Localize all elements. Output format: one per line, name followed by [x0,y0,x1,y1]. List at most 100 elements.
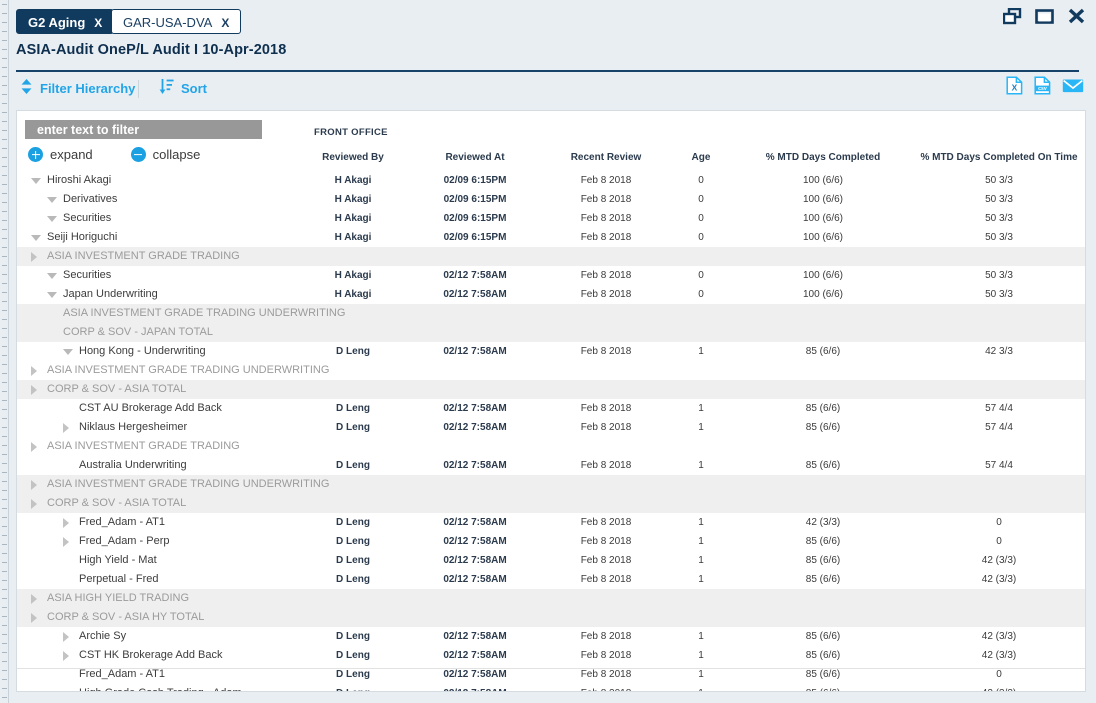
chevron-right-icon[interactable] [31,593,37,604]
chevron-down-icon[interactable] [31,177,41,184]
row-label: Hong Kong - Underwriting [79,345,206,357]
restore-window-icon[interactable] [1002,7,1022,30]
svg-text:X: X [1012,82,1018,92]
table-row[interactable]: Fred_Adam - AT1 D Leng 02/12 7:58AM Feb 8 2… [17,513,1085,532]
toolbar: Filter Hierarchy Sort X csv [9,74,1096,106]
table-row[interactable]: ASIA HIGH YIELD TRADING [17,589,1085,608]
expand-collapse-controls: expand collapse [28,147,200,162]
table-row[interactable]: CST HK Brokerage Add Back D Leng 02/12 7:5… [17,646,1085,665]
table-row[interactable]: High Yield - Mat D Leng 02/12 7:58AM Feb 8 … [17,551,1085,570]
sort-descending-icon [159,78,174,98]
tab-g2-aging[interactable]: G2 Aging X [16,9,115,34]
table-row[interactable]: CORP & SOV - JAPAN TOTAL [17,323,1085,342]
table-row[interactable]: Securities H Akagi 02/12 7:58AM Feb 8 2018 0… [17,266,1085,285]
table-row[interactable]: Seiji Horiguchi H Akagi 02/09 6:15PM Feb 8 … [17,228,1085,247]
table-row[interactable]: Securities H Akagi 02/09 6:15PM Feb 8 2018 0… [17,209,1085,228]
table-row[interactable]: CORP & SOV - ASIA HY TOTAL [17,608,1085,627]
export-csv-icon[interactable]: csv [1034,76,1051,100]
table-row[interactable]: ASIA INVESTMENT GRADE TRADING [17,437,1085,456]
minus-circle-icon [130,147,146,162]
table-row[interactable]: Hong Kong - Underwriting D Leng 02/12 7:58… [17,342,1085,361]
row-label: CORP & SOV - JAPAN TOTAL [63,326,213,338]
chevron-right-icon[interactable] [63,536,69,547]
tab-close-icon[interactable]: X [94,16,102,30]
svg-text:csv: csv [1038,86,1047,92]
table-row[interactable]: ASIA INVESTMENT GRADE TRADING UNDERWRITI… [17,475,1085,494]
sort-label: Sort [181,80,207,96]
export-excel-icon[interactable]: X [1006,76,1023,100]
chevron-right-icon[interactable] [63,650,69,661]
chevron-down-icon[interactable] [63,348,73,355]
row-label: Fred_Adam - AT1 [79,516,165,528]
chevron-down-icon[interactable] [31,234,41,241]
table-row[interactable]: Fred_Adam - Perp D Leng 02/12 7:58AM Feb 8 … [17,532,1085,551]
table-row[interactable]: Derivatives H Akagi 02/09 6:15PM Feb 8 2018… [17,190,1085,209]
chevron-right-icon[interactable] [63,631,69,642]
cell-mtd_on_time: 42 (3/3) [981,574,1017,585]
row-label: Securities [63,212,112,224]
chevron-right-icon[interactable] [31,612,37,623]
chevron-right-icon[interactable] [63,517,69,528]
title-bar: ASIA-Audit OneP/L Audit I 10-Apr-2018 [9,42,1096,66]
table-row[interactable]: Hiroshi Akagi H Akagi 02/09 6:15PM Feb 8 20… [17,171,1085,190]
chevron-right-icon[interactable] [63,422,69,433]
row-label: High Yield - Mat [79,554,157,566]
chevron-right-icon[interactable] [31,384,37,395]
tab-bar: G2 Aging X GAR-USA-DVA X [9,0,1096,40]
table-row[interactable]: ASIA INVESTMENT GRADE TRADING UNDERWRITI… [17,304,1085,323]
table-row[interactable]: CORP & SOV - ASIA TOTAL [17,380,1085,399]
chevron-down-icon[interactable] [47,196,57,203]
chevron-right-icon[interactable] [31,498,37,509]
tab-gar-usa-dva[interactable]: GAR-USA-DVA X [111,9,242,34]
expand-all-button[interactable]: expand [28,147,93,162]
row-label: CORP & SOV - ASIA TOTAL [47,383,187,395]
row-label: Niklaus Hergesheimer [79,421,188,433]
chevron-right-icon[interactable] [31,251,37,262]
email-icon[interactable] [1062,77,1084,99]
chevron-down-icon[interactable] [47,291,57,298]
table-row[interactable]: Archie Sy D Leng 02/12 7:58AM Feb 8 2018 1 85… [17,627,1085,646]
table-row[interactable]: Perpetual - Fred D Leng 02/12 7:58AM Feb 8 … [17,570,1085,589]
chevron-down-icon[interactable] [47,272,57,279]
filter-text-input[interactable] [25,120,262,139]
cell-mtd_on_time: 50 3/3 [985,289,1013,300]
chevron-right-icon[interactable] [31,441,37,452]
collapse-all-button[interactable]: collapse [130,147,201,162]
expand-label: expand [50,147,93,162]
table-row[interactable]: ASIA INVESTMENT GRADE TRADING [17,247,1085,266]
table-row[interactable]: Japan Underwriting H Akagi 02/12 7:58AM Feb… [17,285,1085,304]
sort-button[interactable]: Sort [159,78,207,98]
row-label: ASIA INVESTMENT GRADE TRADING UNDERWRITI… [47,478,330,490]
table-row[interactable]: CST AU Brokerage Add Back D Leng 02/12 7:5… [17,399,1085,418]
column-header-mtd_on_time[interactable]: % MTD Days Completed On Time [889,152,1085,163]
row-label: CST HK Brokerage Add Back [79,649,223,661]
chevron-right-icon[interactable] [31,365,37,376]
chevron-down-icon[interactable] [47,215,57,222]
table-row[interactable]: High Grade Cash Trading - AdamD Leng02/1… [17,684,1085,691]
row-label: ASIA INVESTMENT GRADE TRADING [47,440,240,452]
cell-mtd_on_time: 42 (3/3) [981,631,1017,642]
maximize-window-icon[interactable] [1035,8,1054,30]
row-label: CORP & SOV - ASIA TOTAL [47,497,187,509]
cell-mtd_on_time: 42 3/3 [985,346,1013,357]
close-window-icon[interactable] [1067,8,1086,30]
cell-mtd_on_time: 42 (3/3) [981,650,1017,661]
cell-mtd_on_time: 50 3/3 [985,194,1013,205]
chevron-right-icon[interactable] [31,479,37,490]
collapse-label: collapse [152,147,201,162]
row-label: Fred_Adam - Perp [79,535,170,547]
table-row[interactable]: Australia Underwriting D Leng 02/12 7:58AM… [17,456,1085,475]
table-row[interactable]: ASIA INVESTMENT GRADE TRADING UNDERWRITI… [17,361,1085,380]
application-window: G2 Aging X GAR-USA-DVA X ASIA-Audit OneP… [0,0,1096,703]
row-label: ASIA INVESTMENT GRADE TRADING UNDERWRITI… [47,364,330,376]
window-controls [1002,7,1086,30]
tab-label: GAR-USA-DVA [123,15,213,30]
table-row[interactable]: Niklaus Hergesheimer D Leng 02/12 7:58AM Fe… [17,418,1085,437]
table-row[interactable]: CORP & SOV - ASIA TOTAL [17,494,1085,513]
window-chrome: G2 Aging X GAR-USA-DVA X ASIA-Audit OneP… [9,0,1096,703]
filter-hierarchy-button[interactable]: Filter Hierarchy [20,78,135,98]
tab-close-icon[interactable]: X [221,16,229,30]
row-label: Perpetual - Fred [79,573,159,585]
row-label: Securities [63,269,112,281]
page-title: ASIA-Audit OneP/L Audit I 10-Apr-2018 [16,42,287,58]
